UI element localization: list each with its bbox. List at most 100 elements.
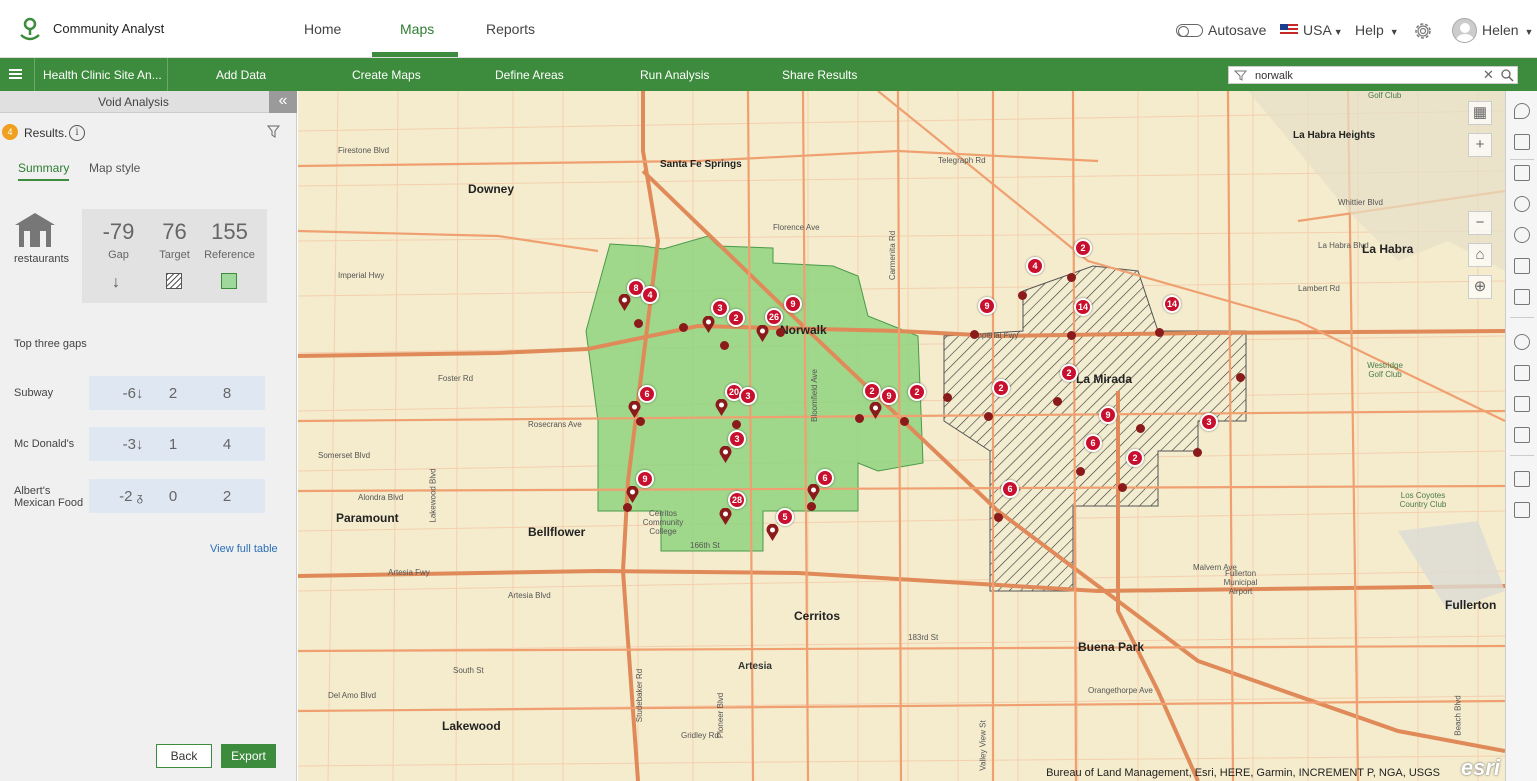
cluster-marker[interactable]: 2 (1060, 364, 1078, 382)
cluster-marker[interactable]: 9 (880, 387, 898, 405)
locate-icon[interactable]: ⊕ (1468, 275, 1492, 299)
measure-icon[interactable] (1514, 258, 1530, 274)
search-options-icon[interactable] (1234, 69, 1250, 81)
print-icon[interactable] (1514, 396, 1530, 412)
store-dot[interactable] (855, 414, 864, 423)
back-button[interactable]: Back (156, 744, 212, 768)
cluster-marker[interactable]: 3 (711, 299, 729, 317)
user-menu[interactable]: Helen ▼ (1482, 22, 1533, 38)
cluster-marker[interactable]: 28 (728, 491, 746, 509)
store-dot[interactable] (943, 393, 952, 402)
export-icon[interactable] (1514, 365, 1530, 381)
zoom-out-button[interactable]: − (1468, 211, 1492, 235)
store-dot[interactable] (720, 341, 729, 350)
map-pin-icon[interactable] (719, 446, 732, 463)
country-select[interactable]: USA ▼ (1303, 22, 1343, 38)
map-pin-icon[interactable] (719, 508, 732, 525)
search-input[interactable] (1255, 68, 1480, 83)
store-dot[interactable] (900, 417, 909, 426)
store-dot[interactable] (1118, 483, 1127, 492)
cluster-marker[interactable]: 26 (765, 308, 783, 326)
cluster-marker[interactable]: 2 (992, 379, 1010, 397)
autosave-toggle[interactable] (1176, 24, 1203, 37)
map-pin-icon[interactable] (628, 401, 641, 418)
share-results-button[interactable]: Share Results (782, 68, 857, 82)
map-pin-icon[interactable] (807, 484, 820, 501)
cluster-marker[interactable]: 2 (727, 309, 745, 327)
cluster-marker[interactable]: 6 (638, 385, 656, 403)
store-dot[interactable] (636, 417, 645, 426)
tab-summary[interactable]: Summary (18, 161, 70, 181)
map-pin-icon[interactable] (618, 294, 631, 311)
help-menu[interactable]: Help ▼ (1355, 22, 1399, 38)
menu-icon[interactable] (9, 69, 22, 79)
identify-icon[interactable] (1514, 289, 1530, 305)
store-dot[interactable] (1155, 328, 1164, 337)
store-dot[interactable] (1236, 373, 1245, 382)
cluster-marker[interactable]: 2 (1126, 449, 1144, 467)
home-icon[interactable]: ⌂ (1468, 243, 1492, 267)
store-dot[interactable] (1193, 448, 1202, 457)
cluster-marker[interactable]: 4 (641, 286, 659, 304)
store-dot[interactable] (1136, 424, 1145, 433)
store-dot[interactable] (1018, 291, 1027, 300)
create-maps-button[interactable]: Create Maps (352, 68, 421, 82)
store-dot[interactable] (623, 503, 632, 512)
store-dot[interactable] (970, 330, 979, 339)
collapse-panel-button[interactable]: « (269, 91, 297, 113)
cluster-marker[interactable]: 9 (1099, 406, 1117, 424)
map-pin-icon[interactable] (626, 486, 639, 503)
close-icon[interactable]: ✕ (1483, 67, 1494, 83)
view-full-table-link[interactable]: View full table (210, 543, 278, 555)
cluster-marker[interactable]: 3 (728, 430, 746, 448)
add-data-button[interactable]: Add Data (216, 68, 266, 82)
store-dot[interactable] (1067, 331, 1076, 340)
tab-map-style[interactable]: Map style (89, 161, 140, 175)
store-dot[interactable] (1067, 273, 1076, 282)
store-dot[interactable] (984, 412, 993, 421)
cluster-marker[interactable]: 3 (1200, 413, 1218, 431)
map-pin-icon[interactable] (869, 402, 882, 419)
store-dot[interactable] (1053, 397, 1062, 406)
select-arrow-icon[interactable] (1514, 165, 1530, 181)
export-button[interactable]: Export (221, 744, 276, 768)
map-pin-icon[interactable] (756, 325, 769, 342)
search-icon[interactable] (1501, 69, 1514, 82)
zoom-in-tool-icon[interactable] (1514, 196, 1530, 212)
map-pin-icon[interactable] (715, 399, 728, 416)
filter-icon[interactable] (267, 125, 280, 138)
info-icon[interactable]: i (69, 125, 85, 141)
store-dot[interactable] (776, 328, 785, 337)
tab-reports[interactable]: Reports (486, 21, 535, 37)
store-dot[interactable] (1076, 467, 1085, 476)
cluster-marker[interactable]: 4 (1026, 257, 1044, 275)
drive-time-car-icon[interactable] (1514, 471, 1530, 487)
run-analysis-button[interactable]: Run Analysis (640, 68, 709, 82)
store-dot[interactable] (679, 323, 688, 332)
cluster-marker[interactable]: 9 (636, 470, 654, 488)
store-dot[interactable] (807, 502, 816, 511)
notes-icon[interactable] (1514, 502, 1530, 518)
pan-hand-icon[interactable] (1514, 134, 1530, 150)
tab-home[interactable]: Home (304, 21, 341, 37)
cluster-marker[interactable]: 5 (776, 508, 794, 526)
store-dot[interactable] (634, 319, 643, 328)
basemap-gallery-icon[interactable]: ▦ (1468, 101, 1492, 125)
cluster-marker[interactable]: 3 (739, 387, 757, 405)
cluster-marker[interactable]: 14 (1074, 298, 1092, 316)
zoom-in-button[interactable]: + (1468, 133, 1492, 157)
project-name[interactable]: Health Clinic Site An... (34, 58, 168, 91)
avatar[interactable] (1452, 18, 1477, 43)
define-areas-button[interactable]: Define Areas (495, 68, 564, 82)
map-pin-icon[interactable] (702, 316, 715, 333)
cluster-marker[interactable]: 6 (1001, 480, 1019, 498)
legend-list-icon[interactable] (1514, 427, 1530, 443)
map-view[interactable]: Downey Santa Fe Springs Norwalk La Mirad… (298, 91, 1505, 781)
gear-icon[interactable] (1412, 20, 1434, 42)
zoom-out-tool-icon[interactable] (1514, 227, 1530, 243)
map-pin-tool-icon[interactable] (1514, 103, 1530, 119)
store-dot[interactable] (732, 420, 741, 429)
map-pin-icon[interactable] (766, 524, 779, 541)
cluster-marker[interactable]: 2 (908, 383, 926, 401)
cluster-marker[interactable]: 2 (1074, 239, 1092, 257)
